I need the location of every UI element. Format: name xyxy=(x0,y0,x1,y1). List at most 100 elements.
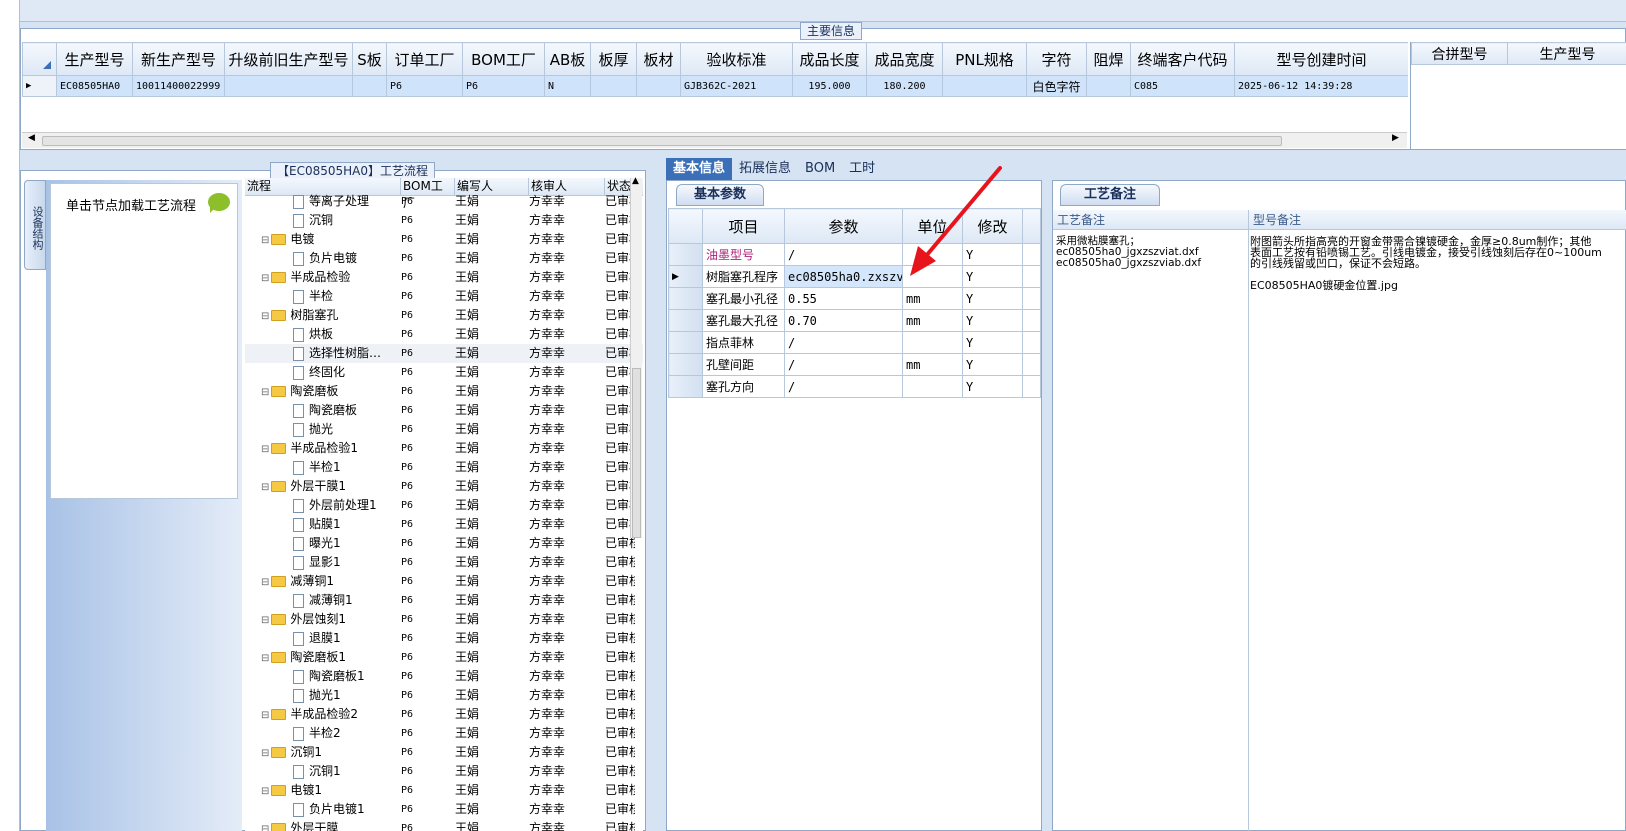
main-col-header[interactable]: 新生产型号 xyxy=(132,42,225,76)
basic-params-title[interactable]: 基本参数 xyxy=(676,184,764,206)
param-row[interactable]: 指点菲林 / Y xyxy=(668,331,1041,354)
param-modify[interactable]: Y xyxy=(962,331,1023,354)
main-cell[interactable]: P6 xyxy=(386,75,463,97)
collapse-icon[interactable]: ⊟ xyxy=(261,710,269,721)
tree-row[interactable]: 烘板P6王娟方幸幸已审核 xyxy=(245,325,643,344)
main-col-header[interactable]: 生产型号 xyxy=(56,42,133,76)
main-col-header[interactable]: 板材 xyxy=(636,42,681,76)
scroll-up-icon[interactable]: ▲ xyxy=(632,176,639,186)
production-model-header[interactable]: 生产型号 xyxy=(1507,42,1626,65)
tab-2[interactable]: BOM xyxy=(798,158,842,180)
tree-row[interactable]: 负片电镀P6王娟方幸幸已审核 xyxy=(245,249,643,268)
tree-row[interactable]: 抛光1 P6 王娟 方幸幸 已审核 xyxy=(245,686,643,705)
main-cell[interactable]: 180.200 xyxy=(866,75,943,97)
tree-row[interactable]: 沉铜P6王娟方幸幸已审核 xyxy=(245,211,643,230)
param-unit[interactable] xyxy=(902,375,963,398)
param-value[interactable]: / xyxy=(784,243,903,266)
main-cell[interactable] xyxy=(224,75,353,97)
tree-row[interactable]: ⊟ 外层干膜 P6 王娟 方幸幸 已审核 xyxy=(245,819,643,831)
main-cell[interactable] xyxy=(942,75,1027,97)
param-value[interactable]: / xyxy=(784,331,903,354)
main-cell[interactable]: C085 xyxy=(1130,75,1235,97)
main-col-header[interactable]: S板 xyxy=(352,42,387,76)
main-col-header[interactable]: 终端客户代码 xyxy=(1130,42,1235,76)
main-cell[interactable] xyxy=(352,75,387,97)
main-col-header[interactable]: 成品宽度 xyxy=(866,42,943,76)
param-value[interactable]: / xyxy=(784,375,903,398)
tree-row[interactable]: ⊟ 电镀1 P6 王娟 方幸幸 已审核 xyxy=(245,781,643,800)
main-col-header[interactable]: 订单工厂 xyxy=(386,42,463,76)
tree-row[interactable]: 退膜1 P6 王娟 方幸幸 已审核 xyxy=(245,629,643,648)
param-row[interactable]: 塞孔方向 / Y xyxy=(668,375,1041,398)
param-unit[interactable]: mm xyxy=(902,309,963,332)
main-col-header[interactable]: 板厚 xyxy=(590,42,637,76)
tree-row[interactable]: ⊟ 外层蚀刻1 P6 王娟 方幸幸 已审核 xyxy=(245,610,643,629)
main-cell[interactable]: N xyxy=(544,75,591,97)
param-modify[interactable]: Y xyxy=(962,353,1023,376)
main-col-header[interactable]: AB板 xyxy=(544,42,591,76)
scroll-left-icon[interactable]: ◀ xyxy=(28,133,35,143)
tree-row[interactable]: ⊟ 沉铜1 P6 王娟 方幸幸 已审核 xyxy=(245,743,643,762)
merge-model-header[interactable]: 合拼型号 xyxy=(1411,42,1508,65)
collapse-icon[interactable]: ⊟ xyxy=(261,273,269,284)
tree-row[interactable]: 抛光P6王娟方幸幸已审核 xyxy=(245,420,643,439)
param-modify[interactable]: Y xyxy=(962,243,1023,266)
tree-row[interactable]: 减薄铜1 P6 王娟 方幸幸 已审核 xyxy=(245,591,643,610)
main-cell[interactable] xyxy=(636,75,681,97)
collapse-icon[interactable]: ⊟ xyxy=(261,577,269,588)
col-unit[interactable]: 单位 xyxy=(902,208,963,244)
param-value[interactable]: / xyxy=(784,353,903,376)
param-modify[interactable]: Y xyxy=(962,309,1023,332)
tree-row[interactable]: ⊟外层干膜1P6王娟方幸幸已审核 xyxy=(245,477,643,496)
collapse-icon[interactable]: ⊟ xyxy=(261,748,269,759)
tree-row[interactable]: ⊟电镀P6王娟方幸幸已审核 xyxy=(245,230,643,249)
main-cell[interactable]: EC08505HA0 xyxy=(56,75,133,97)
process-remark-text[interactable]: 采用微粘膜塞孔； ec08505ha0_jgxzszviat.dxf ec08505… xyxy=(1056,236,1238,269)
collapse-icon[interactable]: ⊟ xyxy=(261,615,269,626)
tree-row[interactable]: ⊟半成品检验1P6王娟方幸幸已审核 xyxy=(245,439,643,458)
main-col-header[interactable]: BOM工厂 xyxy=(462,42,545,76)
tree-row[interactable]: 陶瓷磨板1 P6 王娟 方幸幸 已审核 xyxy=(245,667,643,686)
col-param[interactable]: 参数 xyxy=(784,208,903,244)
main-cell[interactable]: 白色字符 xyxy=(1026,75,1087,97)
main-cell[interactable]: 10011400022999 xyxy=(132,75,225,97)
main-col-header[interactable]: 成品长度 xyxy=(792,42,867,76)
tree-vscrollbar[interactable]: ▲ xyxy=(630,176,642,538)
tree-row[interactable]: 沉铜1 P6 王娟 方幸幸 已审核 xyxy=(245,762,643,781)
tree-row[interactable]: 选择性树脂…P6王娟方幸幸已审核 xyxy=(245,344,643,363)
tree-row[interactable]: 显影1 P6 王娟 方幸幸 已审核 xyxy=(245,553,643,572)
main-col-header[interactable]: 型号创建时间 xyxy=(1234,42,1408,76)
tree-row[interactable]: 半检1P6王娟方幸幸已审核 xyxy=(245,458,643,477)
param-row[interactable]: 塞孔最小孔径 0.55 mm Y xyxy=(668,287,1041,310)
scroll-thumb[interactable] xyxy=(42,136,1282,146)
tree-row[interactable]: ⊟半成品检验P6王娟方幸幸已审核 xyxy=(245,268,643,287)
param-unit[interactable] xyxy=(902,331,963,354)
main-col-header[interactable]: 升级前旧生产型号 xyxy=(224,42,353,76)
tree-row[interactable]: ⊟ 减薄铜1 P6 王娟 方幸幸 已审核 xyxy=(245,572,643,591)
main-cell[interactable]: 2025-06-12 14:39:28 xyxy=(1234,75,1408,97)
main-col-header[interactable]: 验收标准 xyxy=(680,42,793,76)
param-unit[interactable]: mm xyxy=(902,353,963,376)
param-value[interactable]: ec08505ha0.zxszvia xyxy=(784,265,903,288)
tree-row[interactable]: 半检P6王娟方幸幸已审核 xyxy=(245,287,643,306)
collapse-icon[interactable]: ⊟ xyxy=(261,235,269,246)
param-modify[interactable]: Y xyxy=(962,375,1023,398)
main-cell[interactable]: P6 xyxy=(462,75,545,97)
param-modify[interactable]: Y xyxy=(962,287,1023,310)
tree-row[interactable]: ⊟树脂塞孔P6王娟方幸幸已审核 xyxy=(245,306,643,325)
tree-row[interactable]: 外层前处理1P6王娟方幸幸已审核 xyxy=(245,496,643,515)
tree-row[interactable]: ⊟ 半成品检验2 P6 王娟 方幸幸 已审核 xyxy=(245,705,643,724)
tab-3[interactable]: 工时 xyxy=(842,158,882,180)
tree-row[interactable]: ⊟陶瓷磨板P6王娟方幸幸已审核 xyxy=(245,382,643,401)
param-row[interactable]: 孔壁间距 / mm Y xyxy=(668,353,1041,376)
main-cell[interactable]: GJB362C-2021 xyxy=(680,75,793,97)
param-row[interactable]: 塞孔最大孔径 0.70 mm Y xyxy=(668,309,1041,332)
param-value[interactable]: 0.55 xyxy=(784,287,903,310)
collapse-icon[interactable]: ⊟ xyxy=(261,653,269,664)
param-row[interactable]: 油墨型号 / Y xyxy=(668,243,1041,266)
param-modify[interactable]: Y xyxy=(962,265,1023,288)
main-col-header[interactable]: 阻焊 xyxy=(1086,42,1131,76)
tree-row[interactable]: ⊟ 陶瓷磨板1 P6 王娟 方幸幸 已审核 xyxy=(245,648,643,667)
param-unit[interactable]: mm xyxy=(902,287,963,310)
main-cell[interactable] xyxy=(590,75,637,97)
